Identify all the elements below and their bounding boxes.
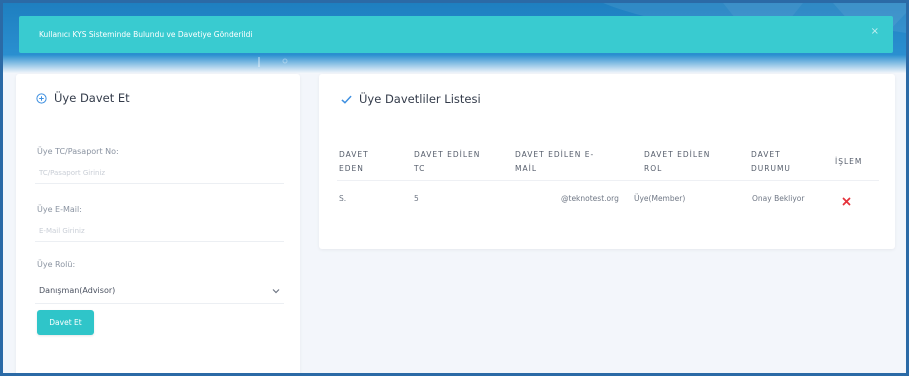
page-frame: Kullanıcı KYS Sisteminde Bulundu ve Dave… — [0, 0, 909, 376]
cell-email: @teknotest.org — [561, 194, 619, 203]
column-header-status: DAVET DURUMU — [751, 150, 791, 173]
chevron-down-icon — [272, 287, 280, 296]
delete-icon[interactable] — [842, 197, 852, 207]
invite-member-title-text: Üye Davet Et — [54, 91, 130, 105]
role-select[interactable]: Danışman(Advisor) — [35, 278, 284, 304]
email-input[interactable]: E-Mail Giriniz — [35, 220, 284, 242]
cell-status: Onay Bekliyor — [752, 194, 805, 203]
column-header-email: DAVET EDİLEN E- MAİL — [515, 150, 595, 173]
invitees-list-card: Üye Davetliler Listesi DAVET EDEN DAVET … — [319, 74, 895, 249]
column-header-action: İŞLEM — [835, 157, 863, 166]
cell-tc: 5 — [414, 194, 419, 203]
role-label: Üye Rolü: — [37, 260, 76, 269]
column-header-role: DAVET EDİLEN ROL — [644, 150, 711, 173]
column-header-inviter: DAVET EDEN — [339, 150, 369, 173]
tc-input[interactable]: TC/Pasaport Giriniz — [35, 162, 284, 184]
tc-placeholder: TC/Pasaport Giriniz — [39, 168, 106, 177]
plus-circle-icon — [36, 92, 47, 104]
column-header-tc: DAVET EDİLEN TC — [414, 150, 481, 173]
alert-message: Kullanıcı KYS Sisteminde Bulundu ve Dave… — [39, 30, 253, 39]
email-placeholder: E-Mail Giriniz — [39, 226, 85, 235]
email-label: Üye E-Mail: — [37, 205, 82, 214]
table-header-divider — [337, 180, 879, 181]
role-selected-value: Danışman(Advisor) — [39, 286, 116, 295]
success-alert: Kullanıcı KYS Sisteminde Bulundu ve Dave… — [19, 16, 893, 53]
alert-close-icon[interactable]: × — [871, 27, 879, 37]
cell-role: Üye(Member) — [634, 194, 686, 203]
invite-member-card: Üye Davet Et Üye TC/Pasaport No: TC/Pasa… — [16, 74, 300, 373]
invitees-list-title: Üye Davetliler Listesi — [341, 92, 481, 106]
invite-member-title: Üye Davet Et — [36, 91, 130, 105]
tc-label: Üye TC/Pasaport No: — [37, 147, 119, 156]
invite-submit-button[interactable]: Davet Et — [37, 310, 94, 335]
check-icon — [341, 94, 352, 105]
invitees-list-title-text: Üye Davetliler Listesi — [359, 92, 481, 106]
cell-inviter: S. — [339, 194, 347, 203]
